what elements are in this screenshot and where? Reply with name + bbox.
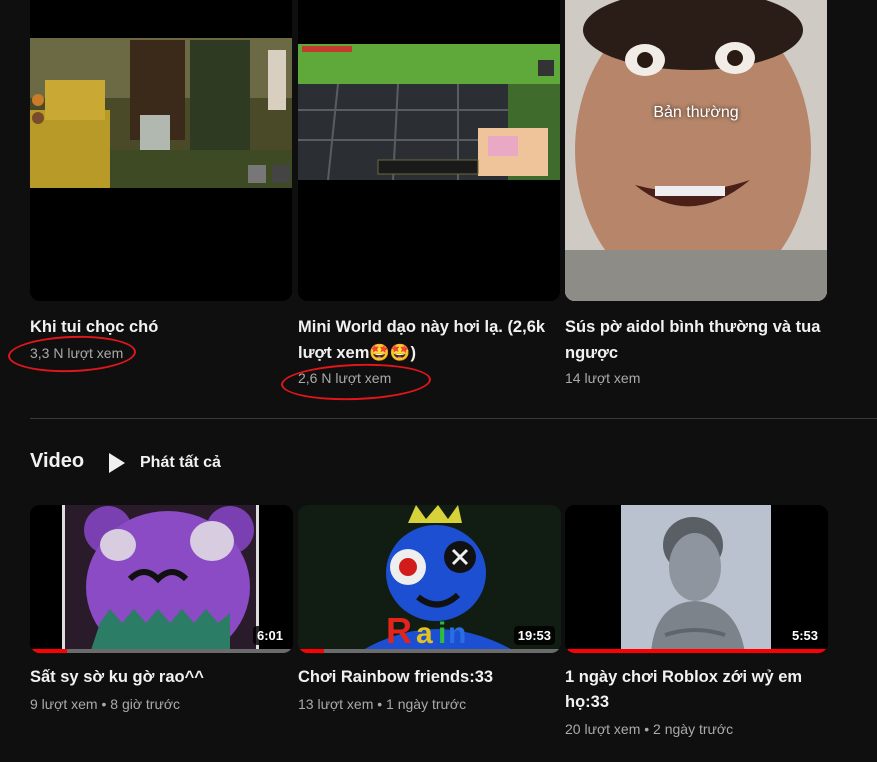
- play-all-label: Phát tất cả: [140, 454, 221, 471]
- video-title[interactable]: 1 ngày chơi Roblox zới wỷ em họ:33: [565, 665, 828, 715]
- svg-text:R: R: [386, 610, 412, 651]
- short-card[interactable]: Bản thường Sús pờ aidol bình thường và t…: [565, 0, 827, 386]
- short-card[interactable]: Khi tui chọc chó 3,3 N lượt xem: [30, 0, 292, 361]
- video-views: 9 lượt xem: [30, 696, 98, 712]
- short-card[interactable]: Mini World dạo này hơi lạ. (2,6k lượt xe…: [298, 0, 560, 386]
- watch-progress-bar: [30, 649, 293, 653]
- svg-text:i: i: [438, 617, 446, 650]
- video-title[interactable]: Sất sy sờ ku gờ rao^^: [30, 665, 293, 690]
- short-thumbnail[interactable]: Bản thường: [565, 0, 827, 301]
- red-circle-annotation: [280, 361, 432, 403]
- video-card[interactable]: R a i n 19:53 Chơi Rainbow friends:33 13…: [298, 505, 561, 712]
- video-title[interactable]: Chơi Rainbow friends:33: [298, 665, 561, 690]
- watch-progress-bar: [298, 649, 561, 653]
- red-circle-annotation: [7, 333, 137, 375]
- watch-progress-fill: [30, 649, 67, 653]
- video-duration: 6:01: [252, 626, 287, 645]
- video-thumbnail[interactable]: 5:53: [565, 505, 828, 653]
- section-divider: [30, 418, 877, 419]
- watch-progress-fill: [565, 649, 828, 653]
- video-card[interactable]: 6:01 Sất sy sờ ku gờ rao^^ 9 lượt xem • …: [30, 505, 293, 712]
- video-duration: 19:53: [513, 626, 555, 645]
- watch-progress-bar: [565, 649, 828, 653]
- video-views: 20 lượt xem: [565, 721, 641, 737]
- play-icon: [109, 453, 125, 473]
- svg-text:n: n: [448, 617, 466, 650]
- video-meta: 13 lượt xem • 1 ngày trước: [298, 696, 467, 712]
- video-card[interactable]: 5:53 1 ngày chơi Roblox zới wỷ em họ:33 …: [565, 505, 828, 737]
- video-meta: 20 lượt xem • 2 ngày trước: [565, 721, 734, 737]
- short-title[interactable]: Mini World dạo này hơi lạ. (2,6k lượt xe…: [298, 314, 560, 366]
- watch-progress-fill: [298, 649, 325, 653]
- video-age: 1 ngày trước: [386, 696, 467, 712]
- video-thumbnail[interactable]: 6:01: [30, 505, 293, 653]
- game-screenshot-image: [30, 0, 292, 301]
- video-age: 8 giờ trước: [110, 696, 181, 712]
- short-thumbnail[interactable]: [298, 0, 560, 301]
- short-overlay-text: Bản thường: [653, 104, 739, 121]
- video-meta: 9 lượt xem • 8 giờ trước: [30, 696, 181, 712]
- short-thumbnail[interactable]: [30, 0, 292, 301]
- face-photo-image: [565, 0, 827, 301]
- video-duration: 5:53: [787, 626, 822, 645]
- section-title: Video: [30, 450, 85, 472]
- video-views: 13 lượt xem: [298, 696, 374, 712]
- play-all-button[interactable]: Phát tất cả: [108, 450, 221, 476]
- svg-text:a: a: [416, 617, 433, 650]
- short-views: 14 lượt xem: [565, 370, 641, 386]
- game-screenshot-image: [298, 0, 560, 301]
- short-title[interactable]: Sús pờ aidol bình thường và tua ngược: [565, 314, 827, 366]
- video-age: 2 ngày trước: [653, 721, 734, 737]
- video-thumbnail[interactable]: R a i n 19:53: [298, 505, 561, 653]
